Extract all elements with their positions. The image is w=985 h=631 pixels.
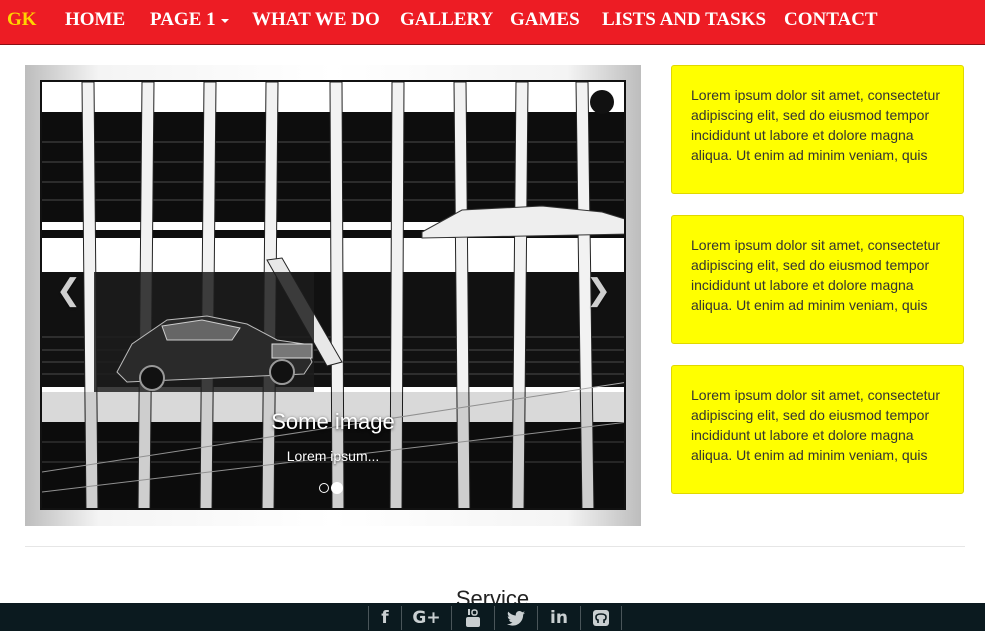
carousel-caption-text: Lorem ipsum... — [286, 448, 380, 464]
nav-page-1[interactable]: PAGE 1 — [150, 9, 229, 31]
carousel-indicator-2[interactable] — [331, 481, 343, 494]
brand-logo[interactable]: GK — [7, 9, 37, 31]
image-carousel: ❮ ❯ Some image Lorem ipsum... — [25, 65, 641, 526]
carousel-next-button[interactable]: ❯ — [586, 273, 611, 308]
facebook-link[interactable]: f — [368, 606, 401, 630]
carousel-indicators — [319, 479, 345, 497]
github-link[interactable] — [580, 606, 622, 630]
nav-page-1-label: PAGE 1 — [150, 9, 216, 30]
footer-social-bar: f G+ in — [0, 603, 985, 631]
parking-garage-photo — [42, 82, 624, 508]
carousel-photo — [40, 80, 626, 510]
youtube-icon — [466, 609, 480, 627]
github-icon — [593, 610, 609, 626]
twitter-link[interactable] — [494, 606, 537, 630]
twitter-icon — [507, 610, 525, 626]
nav-contact[interactable]: CONTACT — [784, 9, 878, 31]
navbar: GK HOME PAGE 1 WHAT WE DO GALLERY GAMES … — [0, 0, 985, 45]
caret-down-icon — [220, 18, 229, 23]
nav-gallery[interactable]: GALLERY — [400, 9, 493, 31]
nav-games[interactable]: GAMES — [510, 9, 580, 31]
google-plus-link[interactable]: G+ — [401, 606, 451, 630]
nav-what-we-do[interactable]: WHAT WE DO — [252, 9, 380, 31]
chevron-left-icon: ❮ — [56, 273, 82, 308]
nav-home[interactable]: HOME — [65, 9, 125, 31]
linkedin-icon: in — [550, 608, 568, 628]
info-box-1: Lorem ipsum dolor sit amet, consectetur … — [671, 65, 964, 194]
info-box-3: Lorem ipsum dolor sit amet, consectetur … — [671, 365, 964, 494]
facebook-icon: f — [381, 608, 389, 628]
nav-lists-and-tasks[interactable]: LISTS AND TASKS — [602, 9, 766, 31]
carousel-caption-title: Some image — [271, 409, 395, 434]
info-box-2: Lorem ipsum dolor sit amet, consectetur … — [671, 215, 964, 344]
carousel-prev-button[interactable]: ❮ — [56, 273, 81, 308]
youtube-link[interactable] — [451, 606, 494, 630]
linkedin-link[interactable]: in — [537, 606, 580, 630]
google-plus-icon: G+ — [412, 608, 441, 628]
section-divider — [25, 546, 965, 547]
chevron-right-icon: ❯ — [586, 273, 612, 308]
carousel-indicator-1[interactable] — [319, 482, 329, 493]
